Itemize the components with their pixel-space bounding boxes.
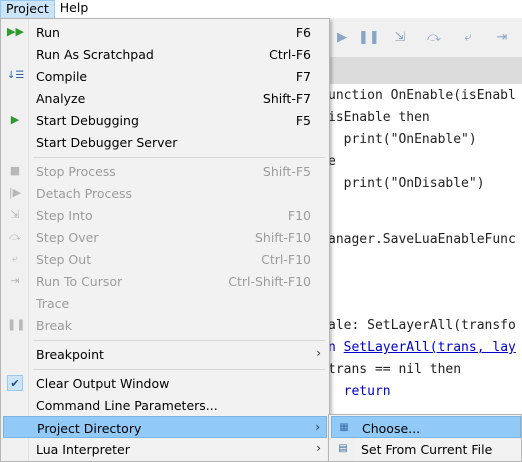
menu-item-step-out[interactable]: ⤶ Step Out Ctrl-F10 xyxy=(3,248,327,270)
editor-tab-strip xyxy=(328,58,522,84)
menu-item-compile[interactable]: ↓☰ Compile F7 xyxy=(3,65,327,87)
menu-item-label: Breakpoint xyxy=(36,347,104,362)
menu-item-label: Project Directory xyxy=(37,421,142,436)
menu-item-label: Start Debugging xyxy=(36,113,139,128)
shortcut-label: Shift-F10 xyxy=(254,230,311,245)
menu-item-start-debugger-server[interactable]: Start Debugger Server xyxy=(3,131,327,153)
code-line: ale: SetLayerAll(transfo xyxy=(328,318,516,333)
menu-item-step-over[interactable]: ⤼ Step Over Shift-F10 xyxy=(3,226,327,248)
menu-item-label: Compile xyxy=(36,69,88,84)
pause-icon: ❚❚ xyxy=(7,318,26,331)
menu-bar: Project Help xyxy=(0,0,522,18)
submenu-item-set-from-current-file[interactable]: ▤ Set From Current File xyxy=(331,438,521,460)
menu-item-label: Trace xyxy=(36,296,70,311)
code-keyword: n xyxy=(328,340,344,355)
menu-item-trace[interactable]: Trace xyxy=(3,292,327,314)
code-line: isEnable then xyxy=(328,110,430,125)
detach-icon: |▶ xyxy=(8,186,22,199)
shortcut-label: Shift-F7 xyxy=(262,91,311,106)
shortcut-label: F6 xyxy=(295,25,311,40)
menu-item-detach-process[interactable]: |▶ Detach Process xyxy=(3,182,327,204)
menu-item-label: Choose... xyxy=(362,421,421,436)
menu-item-run-as-scratchpad[interactable]: Run As Scratchpad Ctrl-F6 xyxy=(3,43,327,65)
toolbar: ▶ ❚❚ ⇲ ⤼ ⤶ ⇥ xyxy=(328,18,522,58)
menu-item-label: Step Out xyxy=(36,252,92,267)
code-line: print("OnEnable") xyxy=(328,132,477,147)
project-menu: ▶▶ Run F6 Run As Scratchpad Ctrl-F6 ↓☰ C… xyxy=(0,18,330,462)
menu-item-stop-process[interactable]: ■ Stop Process Shift-F5 xyxy=(3,160,327,182)
menu-item-label: Stop Process xyxy=(36,164,116,179)
submenu-item-choose[interactable]: ▦ Choose... xyxy=(331,416,521,438)
menu-separator xyxy=(33,369,325,370)
project-directory-submenu: ▦ Choose... ▤ Set From Current File xyxy=(328,414,522,462)
menu-item-run[interactable]: ▶▶ Run F6 xyxy=(3,21,327,43)
menu-item-command-line-parameters[interactable]: Command Line Parameters... xyxy=(3,394,327,416)
compile-icon: ↓☰ xyxy=(7,70,25,81)
menu-item-label: Start Debugger Server xyxy=(36,135,178,150)
menu-item-label: Analyze xyxy=(36,91,86,106)
menu-item-label: Clear Output Window xyxy=(36,376,170,391)
shortcut-label: Ctrl-Shift-F10 xyxy=(228,274,311,289)
menu-item-breakpoint[interactable]: Breakpoint › xyxy=(3,343,327,365)
menu-separator xyxy=(33,340,325,341)
stop-icon: ■ xyxy=(9,164,21,177)
menu-item-label: Break xyxy=(36,318,73,333)
code-line: anager.SaveLuaEnableFunc xyxy=(328,232,516,247)
submenu-arrow-icon: › xyxy=(316,441,321,455)
submenu-arrow-icon: › xyxy=(316,346,321,360)
code-line: print("OnDisable") xyxy=(328,176,485,191)
menu-item-label: Run xyxy=(36,25,60,40)
menu-item-label: Command Line Parameters... xyxy=(36,398,218,413)
submenu-arrow-icon: › xyxy=(315,420,320,434)
run-toolbar-icon[interactable]: ▶ xyxy=(334,30,350,46)
play-double-icon: ▶▶ xyxy=(7,25,24,38)
checkmark-icon: ✔ xyxy=(7,375,23,391)
code-line: return xyxy=(328,384,391,399)
menu-item-project-directory[interactable]: Project Directory › xyxy=(3,416,327,438)
step-out-toolbar-icon[interactable]: ⤶ xyxy=(460,30,476,46)
menu-item-label: Run To Cursor xyxy=(36,274,123,289)
menu-item-run-to-cursor[interactable]: ⇥ Run To Cursor Ctrl-Shift-F10 xyxy=(3,270,327,292)
menu-item-label: Set From Current File xyxy=(361,442,493,457)
menu-item-break[interactable]: ❚❚ Break xyxy=(3,314,327,336)
code-line: unction OnEnable(isEnabl xyxy=(328,88,516,103)
run-to-cursor-icon: ⇥ xyxy=(10,274,20,287)
menu-item-start-debugging[interactable]: ▶ Start Debugging F5 xyxy=(3,109,327,131)
shortcut-label: Shift-F5 xyxy=(262,164,311,179)
code-line: n SetLayerAll(trans, lay xyxy=(328,340,516,355)
code-function-name: SetLayerAll(trans, lay xyxy=(343,340,516,355)
menu-item-label: Lua Interpreter xyxy=(36,442,130,457)
menu-help[interactable]: Help xyxy=(55,0,94,18)
shortcut-label: Ctrl-F10 xyxy=(261,252,311,267)
shortcut-label: F7 xyxy=(295,69,311,84)
step-into-icon: ⇲ xyxy=(10,208,20,221)
shortcut-label: Ctrl-F6 xyxy=(269,47,311,62)
menu-item-clear-output-window[interactable]: ✔ Clear Output Window xyxy=(3,372,327,394)
pause-toolbar-icon[interactable]: ❚❚ xyxy=(358,30,380,46)
menu-separator xyxy=(33,157,325,158)
menu-item-step-into[interactable]: ⇲ Step Into F10 xyxy=(3,204,327,226)
step-over-icon: ⤼ xyxy=(9,230,21,243)
menu-project[interactable]: Project xyxy=(0,0,55,18)
code-line: trans == nil then xyxy=(328,362,462,377)
menu-item-label: Step Over xyxy=(36,230,99,245)
folder-choose-icon: ▦ xyxy=(339,422,349,433)
menu-item-label: Step Into xyxy=(36,208,93,223)
menu-item-label: Detach Process xyxy=(36,186,133,201)
menu-item-lua-interpreter[interactable]: Lua Interpreter › xyxy=(3,438,327,460)
code-editor[interactable]: unction OnEnable(isEnabl isEnable then p… xyxy=(328,84,522,462)
step-over-toolbar-icon[interactable]: ⤼ xyxy=(426,30,442,46)
menu-item-label: Run As Scratchpad xyxy=(36,47,154,62)
play-icon: ▶ xyxy=(10,113,20,126)
run-to-cursor-toolbar-icon[interactable]: ⇥ xyxy=(494,30,510,46)
shortcut-label: F10 xyxy=(287,208,311,223)
step-into-toolbar-icon[interactable]: ⇲ xyxy=(392,30,408,46)
step-out-icon: ⤶ xyxy=(11,252,19,265)
shortcut-label: F5 xyxy=(295,113,311,128)
file-set-icon: ▤ xyxy=(338,443,348,454)
menu-item-analyze[interactable]: Analyze Shift-F7 xyxy=(3,87,327,109)
